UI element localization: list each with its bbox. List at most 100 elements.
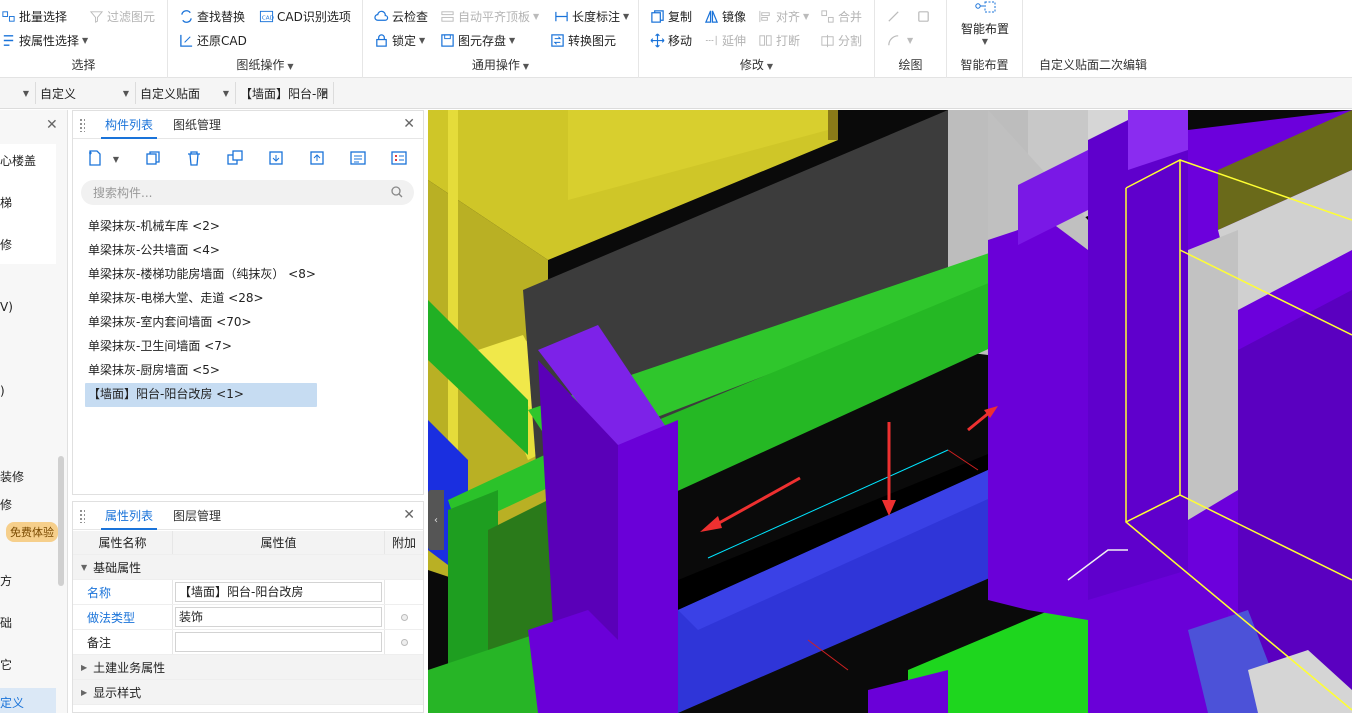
ribbon-group-title[interactable]: 通用操作 ▼: [363, 56, 638, 73]
collapse-panel-handle[interactable]: ‹: [428, 490, 444, 550]
list-item[interactable]: 单梁抹灰-机械车库 <2>: [85, 215, 415, 239]
component-settings-button[interactable]: [387, 147, 411, 171]
convert-element-button[interactable]: 转换图元: [549, 30, 616, 50]
find-replace-button[interactable]: 查找替换: [178, 6, 245, 26]
extend-button[interactable]: 延伸: [703, 30, 746, 50]
ribbon-group-title[interactable]: 修改 ▼: [639, 56, 874, 73]
batch-select-button[interactable]: 批量选择: [0, 6, 67, 26]
batch-select-label: 批量选择: [19, 9, 68, 24]
copy-button[interactable]: 复制: [649, 6, 692, 26]
close-icon[interactable]: ✕: [403, 507, 415, 523]
search-input[interactable]: [93, 184, 383, 201]
lock-button[interactable]: 锁定 ▼: [373, 30, 425, 50]
list-item-selected[interactable]: 【墙面】阳台-阳台改房 <1>: [85, 383, 317, 407]
ribbon-group-title-text: 修改: [739, 58, 764, 72]
merge-button[interactable]: 合并: [819, 6, 862, 26]
mirror-button[interactable]: 镜像: [703, 6, 746, 26]
category-select[interactable]: 自定义 ▼: [36, 82, 136, 104]
batch-select-icon: [0, 8, 16, 24]
nav-item[interactable]: 础: [0, 614, 12, 631]
filter-elements-button[interactable]: 过滤图元: [88, 6, 155, 26]
chevron-down-icon: ▼: [82, 35, 89, 45]
new-component-dropdown[interactable]: ▼: [109, 147, 123, 171]
delete-component-button[interactable]: [182, 147, 206, 171]
list-item[interactable]: 单梁抹灰-电梯大堂、走道 <28>: [85, 287, 415, 311]
nav-item[interactable]: 方: [0, 572, 12, 589]
3d-scene[interactable]: [428, 110, 1352, 713]
property-group-civil[interactable]: ▶ 土建业务属性: [73, 655, 423, 680]
length-dim-icon: [553, 8, 569, 24]
smart-layout-icon: [970, 0, 1000, 16]
attach-checkbox[interactable]: [400, 638, 408, 646]
floor-select[interactable]: ▼: [0, 82, 36, 104]
property-value-field[interactable]: [175, 632, 382, 652]
nav-item[interactable]: 装修: [0, 468, 24, 485]
select-by-attribute-button[interactable]: 按属性选择 ▼: [0, 30, 88, 50]
nav-item[interactable]: 梯: [0, 194, 12, 211]
property-name: 名称: [73, 580, 173, 604]
merge-icon: [819, 8, 835, 24]
nav-item[interactable]: V): [0, 300, 13, 314]
draw-rect-button[interactable]: [915, 6, 934, 26]
free-trial-badge[interactable]: 免费体验: [6, 522, 58, 542]
save-element-button[interactable]: 图元存盘 ▼: [439, 30, 515, 50]
property-group-display[interactable]: ▶ 显示样式: [73, 680, 423, 705]
draw-line-button[interactable]: [885, 6, 904, 26]
drag-handle-icon[interactable]: [79, 509, 85, 523]
split-button[interactable]: 分割: [819, 30, 862, 50]
export-component-button[interactable]: [305, 147, 329, 171]
tab-property-list[interactable]: 属性列表: [101, 502, 158, 530]
copy-component-button[interactable]: [141, 147, 165, 171]
arc-icon: [885, 32, 901, 48]
close-icon[interactable]: ✕: [46, 117, 58, 133]
length-dim-button[interactable]: 长度标注 ▼: [553, 6, 629, 26]
tab-component-list[interactable]: 构件列表: [101, 111, 158, 139]
cad-options-button[interactable]: CAD CAD识别选项: [258, 6, 351, 26]
attach-checkbox[interactable]: [400, 613, 408, 621]
close-icon[interactable]: ✕: [403, 116, 415, 132]
property-value-field[interactable]: 装饰: [175, 607, 382, 627]
nav-item[interactable]: 心楼盖: [0, 152, 36, 169]
cloud-check-button[interactable]: 云检查: [373, 6, 428, 26]
draw-arc-button[interactable]: ▼: [885, 30, 913, 50]
list-item[interactable]: 单梁抹灰-楼梯功能房墙面（纯抹灰） <8>: [85, 263, 415, 287]
list-icon: [349, 149, 367, 170]
nav-item-selected[interactable]: 定义: [0, 688, 56, 713]
smart-layout-button[interactable]: 智能布置 ▼: [957, 0, 1013, 52]
tab-drawing-management[interactable]: 图纸管理: [169, 111, 225, 139]
align-icon: [757, 8, 773, 24]
duplicate-floor-button[interactable]: [223, 147, 247, 171]
list-item[interactable]: 单梁抹灰-厨房墙面 <5>: [85, 359, 415, 383]
nav-item[interactable]: 它: [0, 656, 12, 673]
mirror-icon: [703, 8, 719, 24]
break-button[interactable]: 打断: [757, 30, 800, 50]
component-properties-button[interactable]: [346, 147, 370, 171]
cloud-check-label: 云检查: [392, 9, 429, 24]
restore-cad-button[interactable]: 还原CAD: [178, 30, 247, 50]
search-icon[interactable]: [390, 185, 404, 202]
auto-align-button[interactable]: 自动平齐顶板 ▼: [439, 6, 539, 26]
component-select[interactable]: 【墙面】阳台-阳 ▼: [236, 82, 334, 104]
scrollbar[interactable]: [58, 456, 64, 586]
nav-item[interactable]: 修: [0, 236, 12, 253]
move-button[interactable]: 移动: [649, 30, 692, 50]
nav-item[interactable]: 修: [0, 496, 12, 513]
align-button[interactable]: 对齐 ▼: [757, 6, 809, 26]
list-item[interactable]: 单梁抹灰-室内套间墙面 <70>: [85, 311, 415, 335]
3d-viewport[interactable]: [428, 110, 1352, 713]
property-value-field[interactable]: 【墙面】阳台-阳台改房: [175, 582, 382, 602]
ribbon-group-title[interactable]: 图纸操作 ▼: [168, 56, 362, 73]
drag-handle-icon[interactable]: [79, 118, 85, 132]
column-header: 附加: [391, 536, 416, 550]
column-header: 属性值: [173, 531, 385, 554]
list-item[interactable]: 单梁抹灰-公共墙面 <4>: [85, 239, 415, 263]
tab-layer-management[interactable]: 图层管理: [169, 502, 225, 530]
cad-options-label: CAD识别选项: [277, 9, 351, 24]
type-select[interactable]: 自定义贴面 ▼: [136, 82, 236, 104]
selector-bar: ▼ 自定义 ▼ 自定义贴面 ▼ 【墙面】阳台-阳 ▼: [0, 78, 1352, 109]
property-group-basic[interactable]: ▼ 基础属性: [73, 555, 423, 580]
new-component-button[interactable]: [83, 147, 107, 171]
list-item[interactable]: 单梁抹灰-卫生间墙面 <7>: [85, 335, 415, 359]
nav-item[interactable]: ): [0, 384, 5, 398]
import-component-button[interactable]: [264, 147, 288, 171]
